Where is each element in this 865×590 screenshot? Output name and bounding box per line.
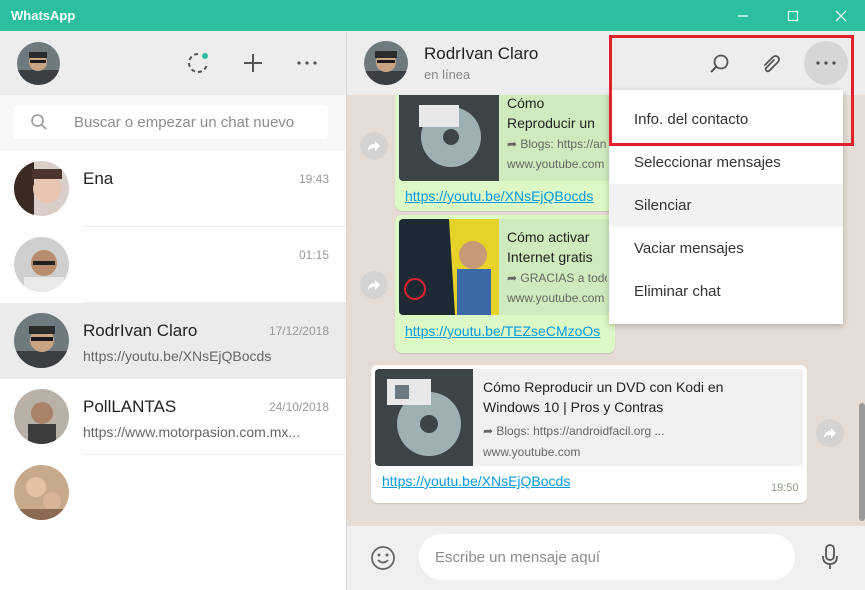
forward-icon[interactable]	[360, 271, 388, 299]
attach-icon[interactable]	[758, 51, 784, 77]
link-preview-site: www.youtube.com	[507, 291, 605, 305]
my-avatar[interactable]	[17, 42, 60, 85]
link-preview-card[interactable]: Cómo activar Internet gratis con una VPN…	[399, 219, 611, 315]
avatar	[14, 465, 69, 520]
conversation-menu: Info. del contacto Seleccionar mensajes …	[609, 90, 843, 324]
chat-name: PollLANTAS	[83, 397, 177, 416]
contact-name: RodrIvan Claro	[424, 44, 539, 63]
app-title: WhatsApp	[11, 8, 76, 23]
link-preview-description: ➦ Blogs: https://androidfacil.org ...	[507, 137, 607, 151]
link-preview-card[interactable]: Cómo Reproducir un DVD con Kodi en Windo…	[399, 85, 611, 181]
contact-status: en línea	[424, 67, 471, 82]
status-icon[interactable]	[186, 51, 210, 75]
chat-item[interactable]	[0, 455, 346, 531]
message-bubble-outgoing: Cómo Reproducir un DVD con Kodi en Windo…	[395, 81, 615, 211]
chat-time: 19:43	[298, 172, 329, 186]
link-preview-title: Cómo Reproducir un DVD con Kodi en Windo…	[507, 95, 595, 131]
chat-list: Ena 19:43 01:15 RodrIvan Claro 17/12/201…	[0, 151, 346, 531]
message-time: 19:50	[771, 482, 799, 494]
chat-item-active[interactable]: RodrIvan Claro 17/12/2018 https://youtu.…	[0, 303, 346, 379]
message-bubble-incoming: Cómo Reproducir un DVD con Kodi en Windo…	[371, 365, 807, 503]
chat-time: 01:15	[298, 248, 329, 262]
link-preview-card[interactable]: Cómo Reproducir un DVD con Kodi en Windo…	[375, 369, 803, 466]
message-link[interactable]: https://youtu.be/TEZseCMzoOs	[405, 323, 600, 339]
more-icon[interactable]	[295, 51, 319, 75]
conversation-header[interactable]: RodrIvan Claro en línea	[347, 31, 865, 95]
avatar	[14, 161, 69, 216]
sidebar-header	[0, 31, 346, 95]
search-box	[14, 105, 328, 139]
search-input[interactable]	[74, 105, 324, 139]
link-preview-description: ➦ GRACIAS a todos ...	[507, 271, 607, 285]
link-preview-title: Cómo Reproducir un DVD con Kodi en Windo…	[483, 379, 724, 415]
message-link[interactable]: https://youtu.be/XNsEjQBocds	[382, 473, 570, 489]
microphone-icon[interactable]	[820, 543, 840, 576]
avatar	[14, 237, 69, 292]
link-preview-site: www.youtube.com	[483, 445, 581, 459]
link-preview-description: ➦ Blogs: https://androidfacil.org ...	[483, 424, 665, 438]
video-thumbnail	[399, 219, 499, 315]
chat-name: Ena	[83, 169, 114, 188]
minimize-icon	[738, 14, 748, 17]
message-composer	[347, 526, 865, 590]
avatar	[14, 389, 69, 444]
chat-item[interactable]: 01:15	[0, 227, 346, 303]
minimize-button[interactable]	[720, 0, 766, 31]
sidebar: Ena 19:43 01:15 RodrIvan Claro 17/12/201…	[0, 31, 347, 590]
menu-item-clear-messages[interactable]: Vaciar mensajes	[609, 227, 843, 270]
chat-item[interactable]: PollLANTAS 24/10/2018 https://www.motorp…	[0, 379, 346, 455]
maximize-button[interactable]	[770, 0, 816, 31]
scrollbar[interactable]	[859, 403, 865, 521]
menu-item-delete-chat[interactable]: Eliminar chat	[609, 270, 843, 313]
contact-avatar[interactable]	[364, 41, 408, 85]
chat-time: 24/10/2018	[268, 400, 329, 414]
close-icon	[835, 10, 847, 21]
video-thumbnail	[399, 85, 499, 181]
link-preview-site: www.youtube.com	[507, 157, 605, 171]
chat-preview: https://www.motorpasion.com.mx...	[83, 424, 301, 440]
video-thumbnail	[375, 369, 473, 466]
emoji-icon[interactable]	[369, 544, 397, 577]
chat-name: RodrIvan Claro	[83, 321, 198, 340]
forward-icon[interactable]	[360, 132, 388, 160]
menu-item-contact-info[interactable]: Info. del contacto	[609, 98, 843, 141]
chat-time: 17/12/2018	[268, 324, 329, 338]
chat-item[interactable]: Ena 19:43	[0, 151, 346, 227]
search-area	[0, 95, 346, 151]
menu-item-select-messages[interactable]: Seleccionar mensajes	[609, 141, 843, 184]
message-link[interactable]: https://youtu.be/XNsEjQBocds	[405, 188, 593, 204]
forward-icon[interactable]	[816, 419, 844, 447]
link-preview-title: Cómo activar Internet gratis con una VPN…	[507, 229, 593, 265]
message-bubble-outgoing: Cómo activar Internet gratis con una VPN…	[395, 215, 615, 353]
chat-preview: https://youtu.be/XNsEjQBocds	[83, 348, 272, 364]
search-icon	[31, 114, 47, 130]
avatar	[14, 313, 69, 368]
close-button[interactable]	[818, 0, 864, 31]
message-input[interactable]	[419, 534, 795, 580]
search-icon[interactable]	[706, 51, 732, 77]
plus-icon[interactable]	[241, 51, 265, 75]
more-icon[interactable]	[804, 41, 848, 85]
maximize-icon	[787, 10, 799, 21]
menu-item-mute[interactable]: Silenciar	[609, 184, 843, 227]
title-bar: WhatsApp	[0, 0, 865, 31]
